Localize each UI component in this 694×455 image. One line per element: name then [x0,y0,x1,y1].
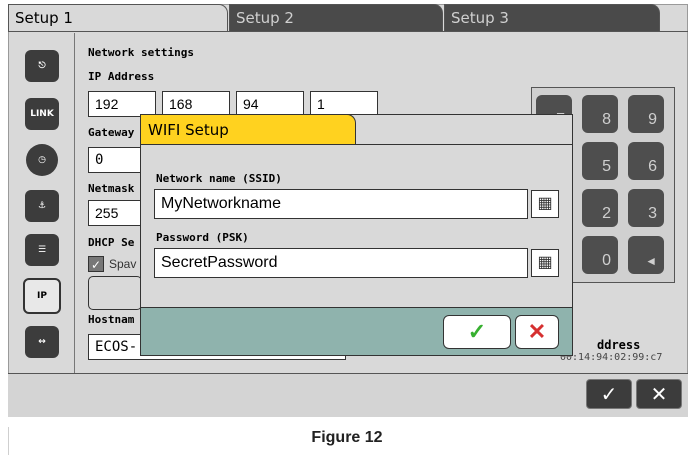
dialog-title-divider [140,144,573,145]
ssid-label: Network name (SSID) [156,172,282,185]
link-icon[interactable]: LINK [25,98,59,130]
psk-input[interactable]: SecretPassword [154,248,528,278]
network-ip-icon[interactable]: IP [23,278,61,314]
figure-caption: Figure 12 [311,429,383,446]
netmask-octet-1-field[interactable]: 255 [88,200,142,226]
tab-setup-2[interactable]: Setup 2 [229,4,443,32]
keypad-key-5[interactable]: 5 [582,142,618,180]
ssid-keyboard-icon[interactable]: ▦ [531,190,559,218]
network-settings-title: Network settings [88,46,194,59]
signal-icon[interactable]: ⚓ [25,190,59,222]
footer-ok-button[interactable]: ✓ [586,379,632,409]
dialog-title: WIFI Setup [140,114,356,144]
mac-address-label: ddress [597,338,641,352]
gauge-icon[interactable]: ◷ [26,144,58,176]
footer-cancel-button[interactable]: ✕ [636,379,682,409]
tab-setup-1[interactable]: Setup 1 [8,4,228,32]
dhcp-label: DHCP Se [88,236,135,249]
hostname-label: Hostnam [88,313,135,326]
gateway-label: Gateway [88,126,135,139]
track-icon[interactable]: ☰ [25,234,59,266]
keypad-key-3[interactable]: 3 [628,189,664,227]
sidebar-divider [74,33,75,373]
tab-divider [8,31,688,32]
keypad-key-6[interactable]: 6 [628,142,664,180]
ssid-input[interactable]: MyNetworkname [154,189,528,219]
keypad-key-9[interactable]: 9 [628,95,664,133]
ip-address-label: IP Address [88,70,155,83]
mac-address-value: 00:14:94:02:99:c7 [560,352,663,363]
dialog-cancel-button[interactable]: ✕ [515,315,559,349]
psk-label: Password (PSK) [156,231,249,244]
psk-keyboard-icon[interactable]: ▦ [531,249,559,277]
dhcp-apply-button[interactable] [88,276,142,310]
dialog-ok-button[interactable]: ✓ [443,315,511,349]
dhcp-option-label: Spav [109,257,137,271]
keypad-backspace-icon[interactable]: ◄ [628,236,664,274]
train-exchange-icon[interactable]: ↔ [25,326,59,358]
tab-setup-3[interactable]: Setup 3 [444,4,660,32]
netmask-label: Netmask [88,182,135,195]
keypad-key-2[interactable]: 2 [582,189,618,227]
connector-icon[interactable]: ⎋ [25,50,59,82]
dhcp-checkbox[interactable]: ✓ [88,256,104,272]
keypad-key-8[interactable]: 8 [582,95,618,133]
gateway-octet-1-field[interactable]: 0 [88,147,142,173]
keypad-key-0[interactable]: 0 [582,236,618,274]
